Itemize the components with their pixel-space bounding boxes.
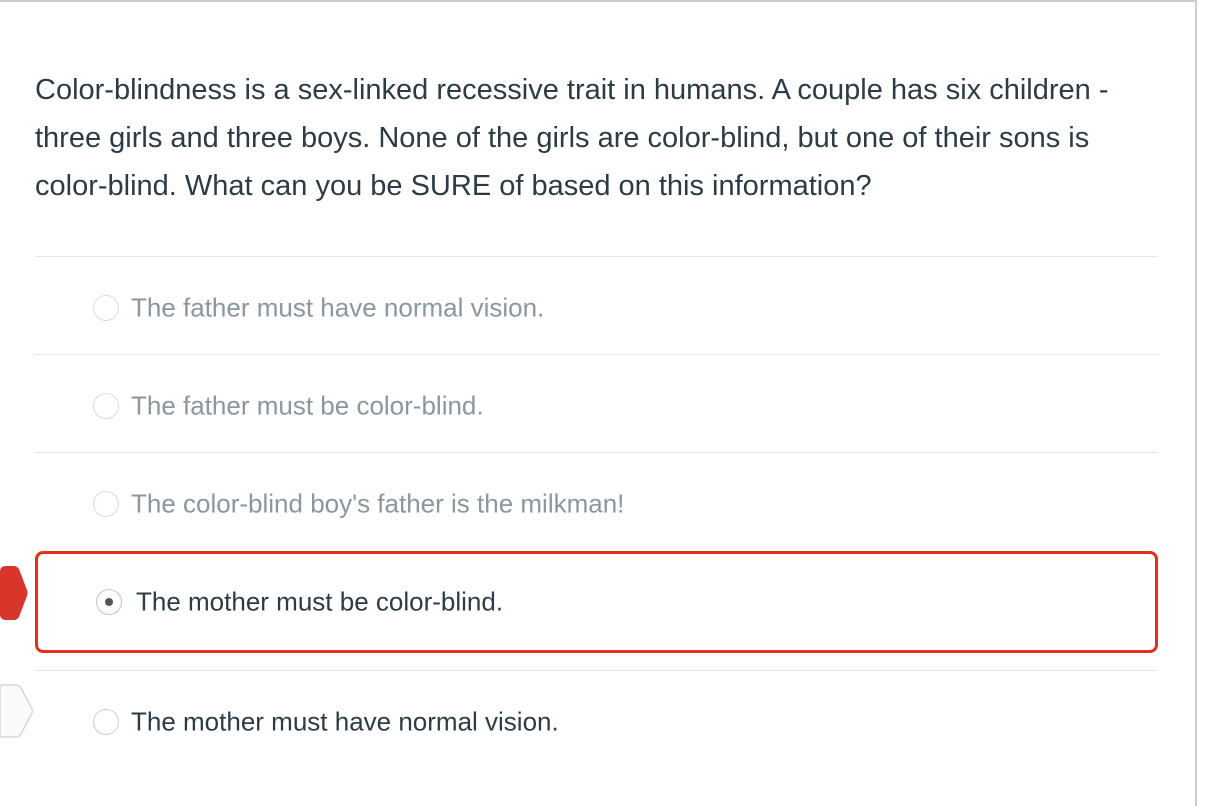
answer-option-4[interactable]: The mother must be color-blind.: [35, 551, 1158, 653]
divider: [35, 452, 1158, 453]
radio-button[interactable]: [93, 393, 119, 419]
radio-button[interactable]: [93, 491, 119, 517]
incorrect-answer-arrow-icon: [0, 566, 28, 620]
divider: [35, 670, 1158, 671]
answer-label: The mother must be color-blind.: [136, 586, 504, 617]
answer-label: The mother must have normal vision.: [131, 706, 559, 737]
divider: [35, 354, 1158, 355]
radio-button[interactable]: [93, 709, 119, 735]
radio-dot-icon: [105, 598, 113, 606]
answer-option-3[interactable]: The color-blind boy's father is the milk…: [35, 455, 1158, 553]
radio-button-selected[interactable]: [96, 589, 122, 615]
correct-answer-arrow-icon: [0, 684, 34, 738]
answer-option-1[interactable]: The father must have normal vision.: [35, 259, 1158, 357]
answer-label: The father must have normal vision.: [131, 292, 545, 323]
radio-button[interactable]: [93, 295, 119, 321]
answer-option-5[interactable]: The mother must have normal vision.: [35, 673, 1158, 771]
answer-label: The color-blind boy's father is the milk…: [131, 488, 625, 519]
question-text: Color-blindness is a sex-linked recessiv…: [35, 74, 1109, 202]
answer-label: The father must be color-blind.: [131, 390, 484, 421]
answer-option-2[interactable]: The father must be color-blind.: [35, 357, 1158, 455]
divider: [35, 256, 1158, 257]
